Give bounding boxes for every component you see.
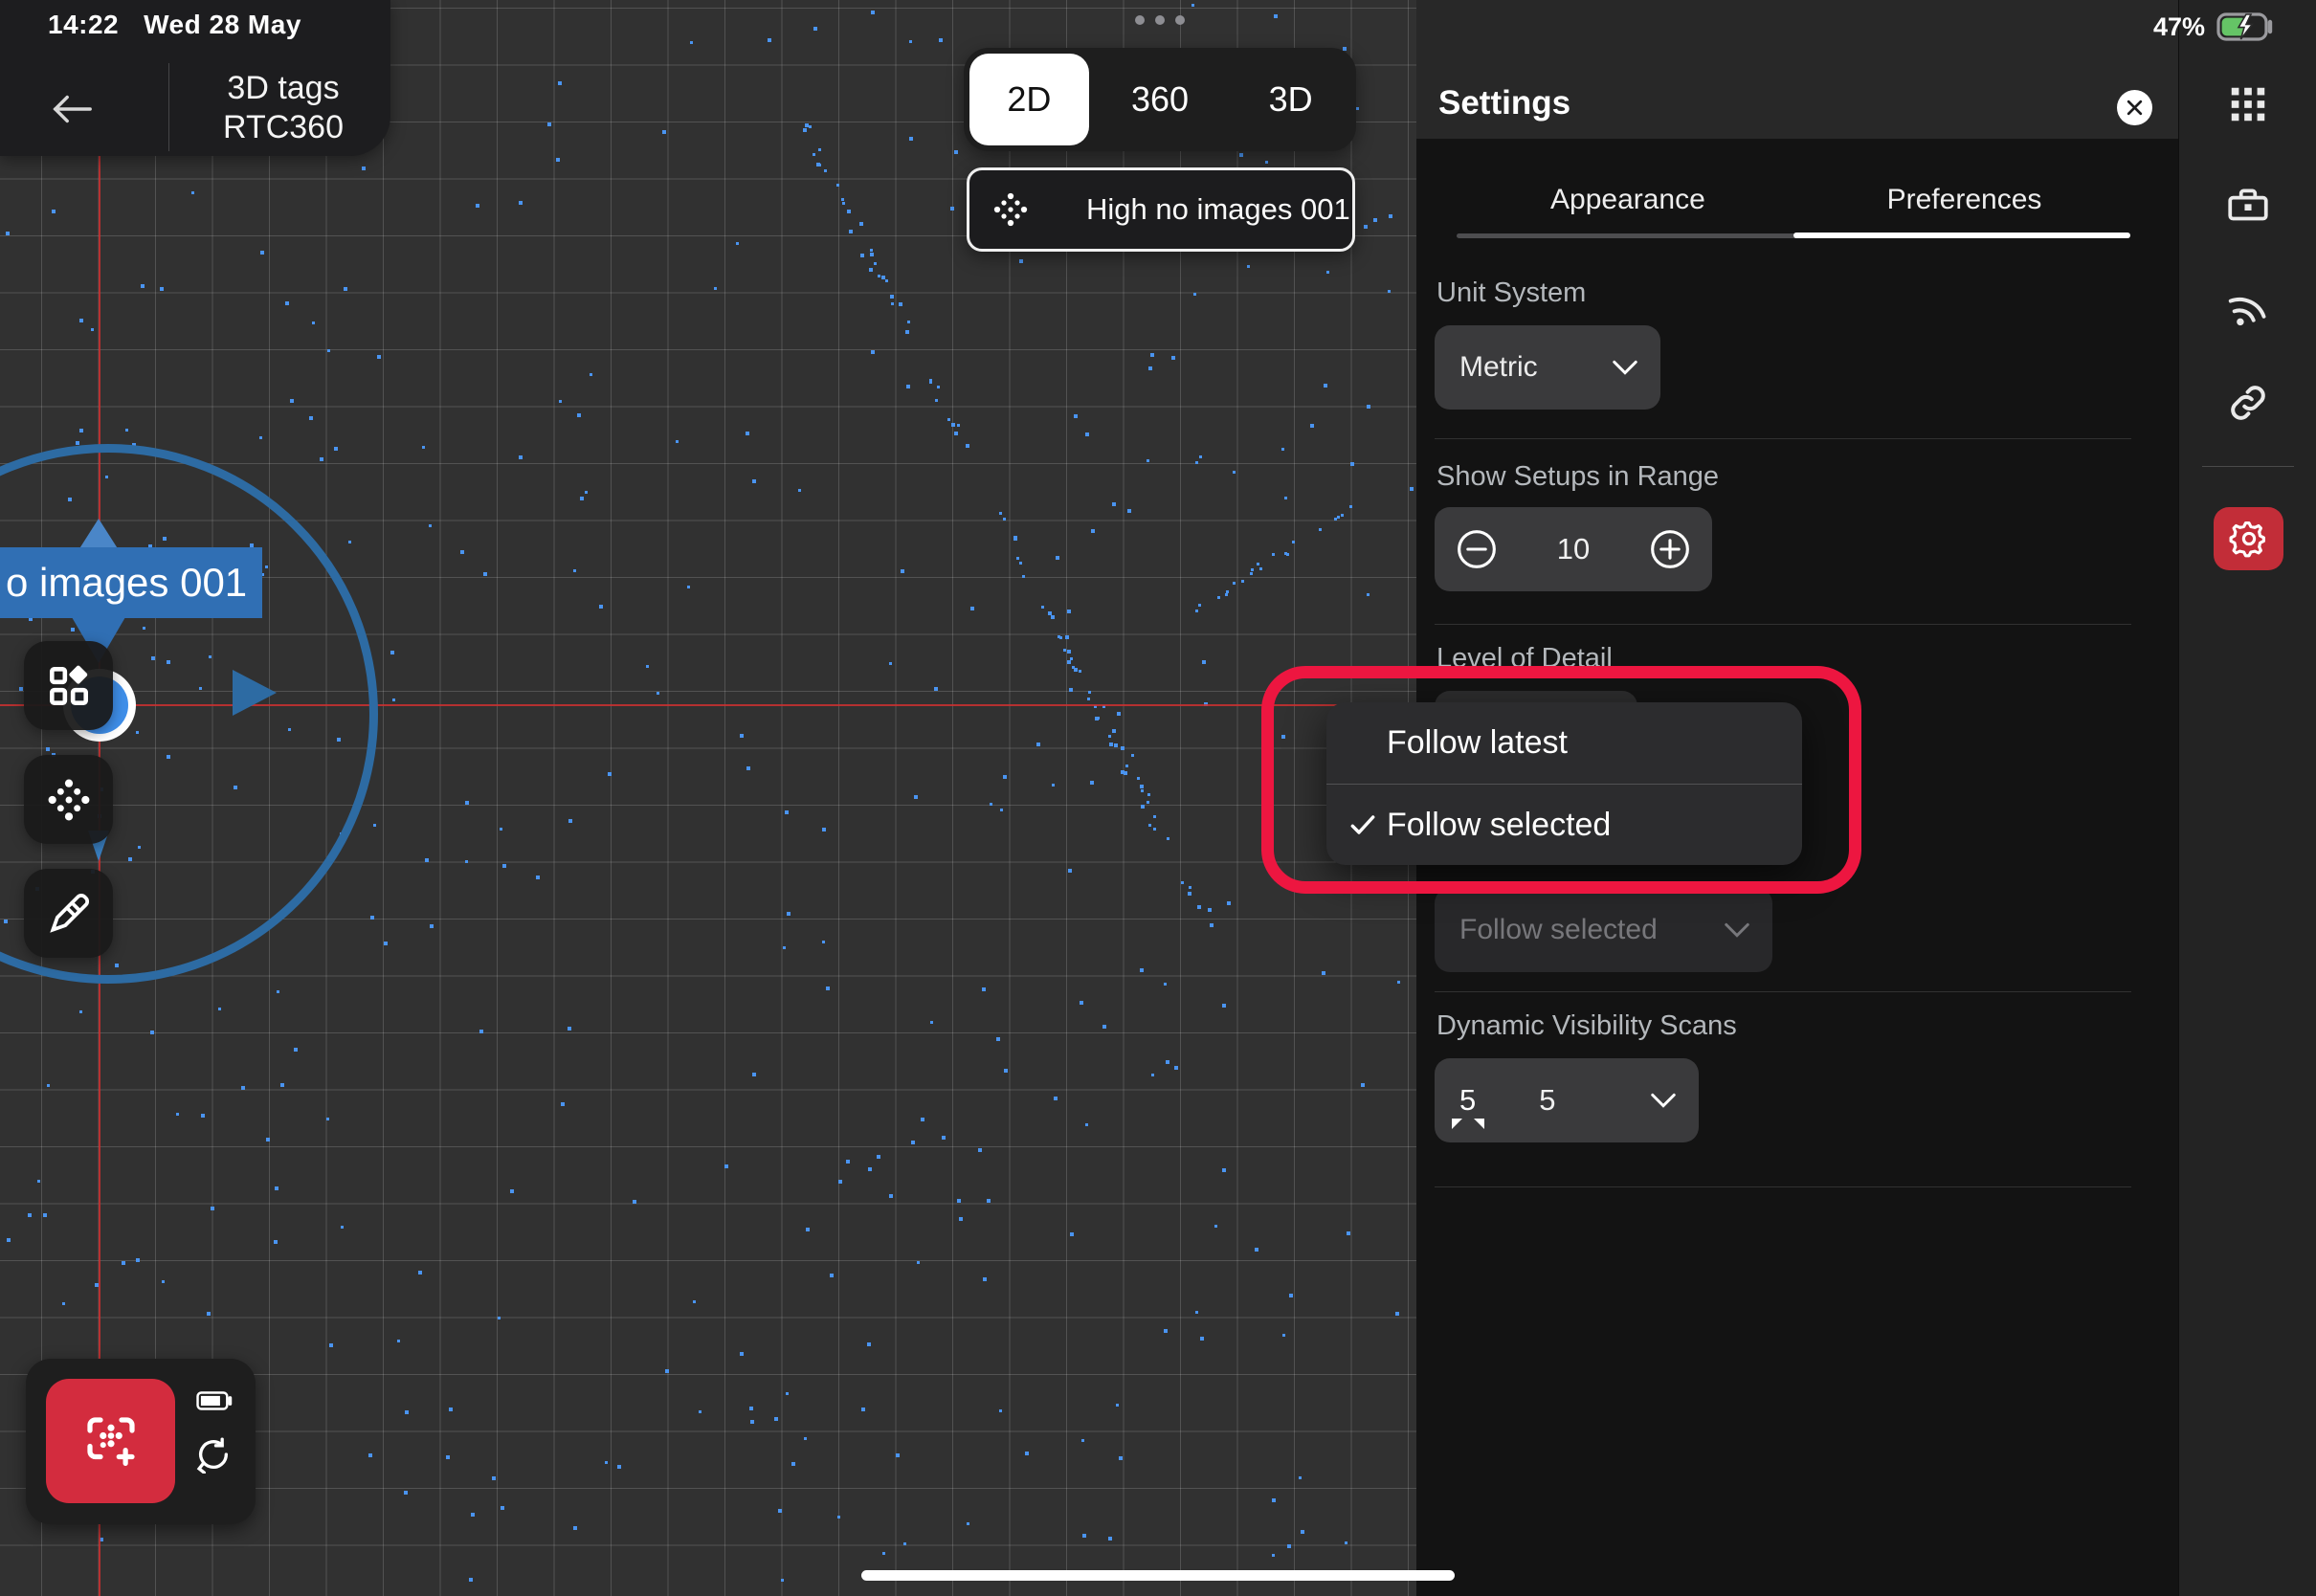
- divider: [1435, 1186, 2131, 1187]
- status-time: 14:22: [48, 10, 119, 39]
- divider: [1435, 991, 2131, 992]
- setup-label[interactable]: o images 001: [0, 547, 262, 618]
- dynamic-visibility-value: 5: [1539, 1083, 1555, 1118]
- gear-icon: [2229, 519, 2269, 559]
- pen-icon: [45, 890, 93, 938]
- chevron-down-icon: [1611, 358, 1639, 377]
- tab-preferences[interactable]: Preferences: [1885, 184, 2043, 216]
- home-indicator[interactable]: [861, 1570, 1455, 1581]
- status-date: Wed 28 May: [144, 10, 301, 39]
- divider: [1435, 624, 2131, 625]
- drag-handle-dots-icon[interactable]: [1135, 15, 1185, 25]
- scan-count-icon: 5: [1459, 1083, 1476, 1118]
- new-scan-button[interactable]: [46, 1379, 175, 1503]
- setups-range-value: 10: [1557, 532, 1590, 566]
- device-battery-icon: [196, 1389, 234, 1412]
- show-setups-label: Show Setups in Range: [1436, 461, 1719, 493]
- annotation-highlight-box: [1261, 666, 1861, 894]
- follow-mode-dropdown[interactable]: Follow selected: [1435, 888, 1772, 972]
- close-icon: [2125, 98, 2145, 118]
- dynamic-visibility-dropdown[interactable]: 5 5: [1435, 1058, 1699, 1142]
- scan-dots-icon: [991, 189, 1031, 230]
- tab-3d[interactable]: 3D: [1225, 79, 1356, 120]
- dynamic-visibility-label: Dynamic Visibility Scans: [1436, 1010, 1737, 1042]
- setup-label-text: o images 001: [6, 560, 247, 606]
- toolbox-icon[interactable]: [2224, 182, 2272, 230]
- rss-icon[interactable]: [2224, 281, 2272, 329]
- sync-icon[interactable]: [194, 1435, 233, 1474]
- plus-button[interactable]: [1649, 528, 1691, 570]
- tab-appearance[interactable]: Appearance: [1550, 184, 1704, 216]
- minus-button[interactable]: [1456, 528, 1498, 570]
- status-right: 47%: [2153, 11, 2278, 42]
- tags-grid-icon: [45, 662, 93, 710]
- tab-360[interactable]: 360: [1095, 79, 1226, 120]
- chevron-down-icon: [1649, 1091, 1678, 1110]
- close-button[interactable]: [2117, 90, 2152, 125]
- status-left: 14:22 Wed 28 May: [48, 10, 326, 40]
- active-scan-label: High no images 001: [1086, 192, 1350, 227]
- new-scan-icon: [79, 1409, 143, 1473]
- back-button[interactable]: [38, 82, 105, 136]
- settings-header: Settings: [1416, 0, 2178, 139]
- tab-2d[interactable]: 2D: [964, 79, 1095, 120]
- unit-system-value: Metric: [1459, 351, 1538, 384]
- view-switcher: 2D 360 3D: [964, 48, 1356, 151]
- follow-mode-value: Follow selected: [1459, 914, 1658, 946]
- nav-divider: [168, 63, 169, 151]
- settings-title: Settings: [1438, 84, 1570, 122]
- sidebar: [2178, 0, 2316, 1596]
- sidebar-divider: [2202, 466, 2294, 467]
- measure-pen-tool-button[interactable]: [24, 869, 113, 958]
- page-title: 3D tags RTC360: [188, 69, 379, 147]
- nav-panel: 14:22 Wed 28 May 3D tags RTC360: [0, 0, 390, 156]
- battery-charging-icon: [2216, 11, 2278, 42]
- back-arrow-icon: [50, 92, 94, 126]
- settings-panel: Settings Appearance Preferences Unit Sys…: [1416, 0, 2178, 1596]
- scan-positions-tool-button[interactable]: [24, 755, 113, 844]
- battery-percent: 47%: [2153, 12, 2205, 42]
- divider: [1435, 438, 2131, 439]
- setups-range-stepper: 10: [1435, 507, 1712, 591]
- settings-gear-button[interactable]: [2214, 507, 2283, 570]
- app-root: o images 001: [0, 0, 2316, 1596]
- active-scan-button[interactable]: High no images 001: [967, 167, 1355, 252]
- unit-system-label: Unit System: [1436, 277, 1586, 309]
- play-direction-icon[interactable]: [233, 670, 277, 716]
- tags-tool-button[interactable]: [24, 641, 113, 730]
- tab-active-indicator: [1793, 233, 2130, 238]
- link-icon[interactable]: [2224, 379, 2272, 427]
- scan-dots-icon: [44, 775, 94, 825]
- apps-grid-icon[interactable]: [2226, 82, 2270, 126]
- chevron-down-icon: [1723, 920, 1751, 940]
- capture-cluster: [26, 1359, 256, 1524]
- unit-system-dropdown[interactable]: Metric: [1435, 325, 1660, 410]
